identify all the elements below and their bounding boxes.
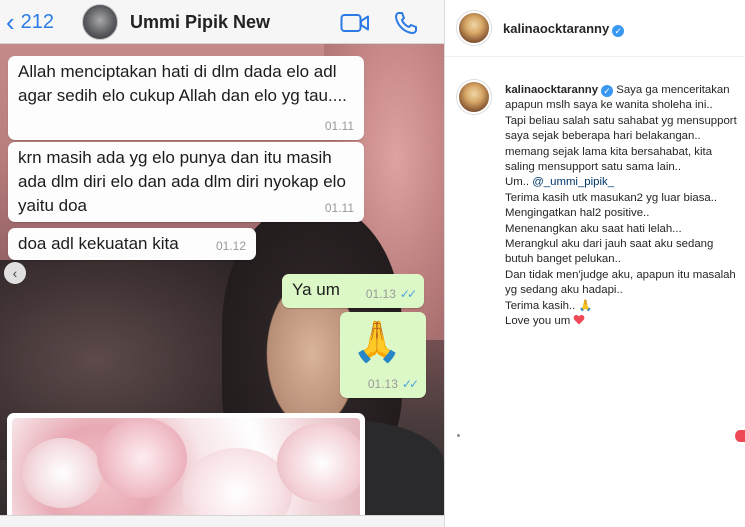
flower-shape	[277, 423, 360, 503]
caption-line: Merangkul aku dari jauh saat aku sedang …	[505, 238, 714, 266]
heart-icon	[574, 315, 585, 325]
message-time: 01.11	[324, 119, 354, 133]
message-text: krn masih ada yg elo punya dan itu masih…	[18, 148, 346, 215]
video-call-icon[interactable]	[340, 13, 370, 33]
message-time: 01.13 ✓✓	[365, 287, 417, 301]
message-bubble-incoming[interactable]: Allah menciptakan hati di dlm dada elo a…	[8, 56, 364, 140]
message-time: 01.12	[215, 239, 246, 253]
phone-call-icon[interactable]	[393, 10, 419, 36]
caption-line: Love you um	[505, 315, 574, 328]
flower-shape	[97, 418, 187, 498]
message-bubble-outgoing[interactable]: 🙏 01.13 ✓✓	[340, 312, 426, 398]
message-time: 01.13 ✓✓	[367, 377, 419, 391]
read-receipt-icon: ✓✓	[399, 287, 417, 301]
caption-line: Menenangkan aku saat hati lelah...	[505, 222, 682, 235]
flower-photo	[12, 418, 360, 522]
image-message[interactable]	[7, 413, 365, 527]
caption-line: Terima kasih utk masukan2 yg luar biasa.…	[505, 191, 718, 220]
message-bubble-incoming[interactable]: doa adl kekuatan kita 01.12	[8, 228, 256, 260]
notification-indicator	[735, 430, 745, 442]
praying-hands-emoji: 🙏	[352, 320, 402, 364]
flower-shape	[22, 438, 102, 508]
username: kalinaocktaranny	[503, 21, 610, 36]
verified-badge-icon: ✓	[612, 25, 625, 37]
chat-input-bar[interactable]	[0, 515, 444, 527]
back-unread-count: 212	[20, 11, 55, 33]
caption-avatar[interactable]	[457, 80, 491, 114]
caption-line: Um..	[505, 176, 533, 189]
verified-badge-icon: ✓	[601, 85, 614, 97]
message-text: Ya um	[292, 280, 340, 299]
contact-avatar[interactable]	[82, 4, 118, 40]
read-receipt-icon: ✓✓	[401, 377, 419, 391]
caption-line: Terima kasih..	[505, 299, 579, 312]
message-time: 01.11	[324, 201, 354, 215]
post-author[interactable]: kalinaocktaranny ✓	[503, 21, 625, 37]
message-bubble-incoming[interactable]: krn masih ada yg elo punya dan itu masih…	[8, 142, 364, 222]
instagram-panel: kalinaocktaranny ✓ kalinaocktaranny ✓ Saya…	[444, 0, 745, 527]
caption-username[interactable]: kalinaocktaranny ✓	[505, 84, 614, 97]
praying-hands-icon: 🙏	[578, 299, 593, 312]
message-bubble-outgoing[interactable]: Ya um 01.13 ✓✓	[282, 274, 424, 308]
message-text: doa adl kekuatan kita	[18, 234, 179, 253]
chevron-left-icon: ‹	[6, 7, 15, 37]
back-button[interactable]: ‹ 212	[6, 7, 55, 37]
mention-link[interactable]: @_ummi_pipik_	[532, 176, 614, 188]
caption-line: memang sejak lama kita bersahabat, kita …	[505, 145, 713, 174]
post-caption: kalinaocktaranny ✓ Saya ga menceritakan a…	[505, 83, 737, 330]
whatsapp-screenshot: ‹ 212 Ummi Pipik New Allah menciptakan h…	[0, 0, 444, 527]
caption-line: Dan tidak men'judge aku, apapun itu masa…	[505, 268, 736, 297]
message-text: Allah menciptakan hati di dlm dada elo a…	[18, 62, 347, 105]
user-avatar[interactable]	[457, 11, 491, 45]
contact-name[interactable]: Ummi Pipik New	[130, 12, 270, 33]
caption-line: Tapi beliau salah satu sahabat yg mensup…	[505, 114, 737, 143]
chat-header: ‹ 212 Ummi Pipik New	[0, 0, 444, 44]
flower-shape	[182, 448, 292, 522]
post-header: kalinaocktaranny ✓	[445, 0, 745, 57]
comment-bullet	[457, 434, 460, 437]
carousel-previous-button[interactable]: ‹	[4, 262, 26, 284]
